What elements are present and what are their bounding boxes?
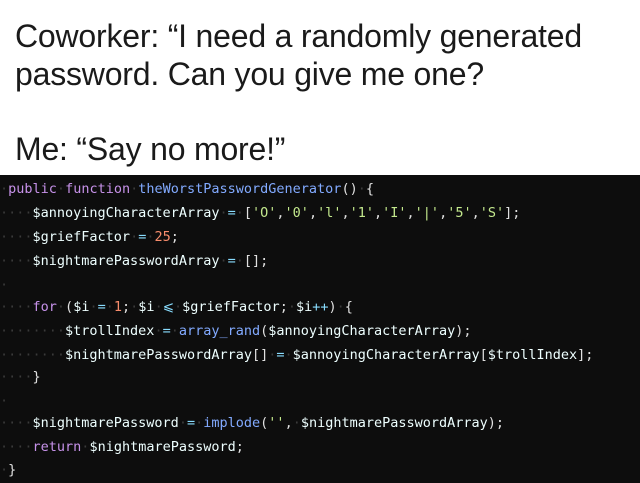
meme-caption: Coworker: “I need a randomly generated p…	[0, 0, 640, 175]
code-line: ····return·$nightmarePassword;	[0, 439, 244, 455]
code-line: ····$nightmarePassword·=·implode('',·$ni…	[0, 415, 505, 431]
code-line: ····for·($i·=·1;·$i·⩽·$griefFactor;·$i++…	[0, 299, 353, 315]
code-line: ····$griefFactor·=·25;	[0, 229, 179, 245]
code-line: ·	[0, 393, 9, 409]
code-line: ·public·function·theWorstPasswordGenerat…	[0, 181, 374, 197]
caption-line-2: password. Can you give me one?	[15, 56, 484, 92]
code-line: ····$nightmarePasswordArray·=·[];	[0, 253, 269, 269]
code-line: ····}	[0, 369, 41, 385]
code-block: ·public·function·theWorstPasswordGenerat…	[0, 175, 640, 483]
code-line: ····$annoyingCharacterArray·=·['O','0','…	[0, 205, 521, 221]
code-line: ·	[0, 277, 9, 293]
code-line: ········$trollIndex·=·array_rand($annoyi…	[0, 323, 472, 339]
code-line: ·}	[0, 462, 17, 478]
code-line: ········$nightmarePasswordArray[]·=·$ann…	[0, 347, 594, 363]
caption-line-1: Coworker: “I need a randomly generated	[15, 18, 582, 54]
caption-line-3: Me: “Say no more!”	[15, 131, 286, 167]
